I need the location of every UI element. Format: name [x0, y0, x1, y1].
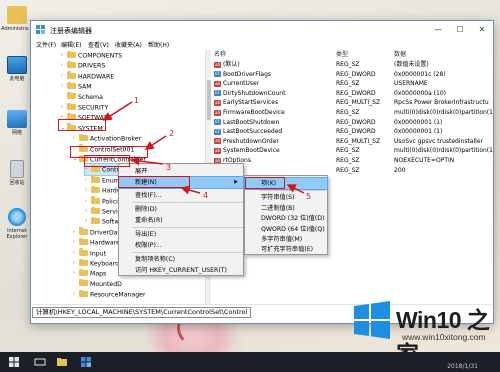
task-view-icon[interactable] — [34, 356, 46, 368]
annotation-number-5: 5 — [306, 192, 312, 201]
watermark-url: www.win10xitong.com — [402, 332, 486, 342]
annotation-number-1: 1 — [134, 96, 140, 105]
annotation-number-3: 3 — [166, 163, 172, 172]
annotation-number-4: 4 — [203, 191, 209, 200]
windows-logo-icon — [354, 301, 390, 339]
file-explorer-icon[interactable] — [56, 356, 68, 368]
taskbar-clock[interactable]: 2018/1/31 — [447, 363, 478, 370]
start-icon[interactable] — [8, 356, 20, 368]
annotation-number-2: 2 — [169, 129, 175, 138]
regedit-taskbar-icon[interactable] — [80, 356, 92, 368]
taskbar: 2018/1/31 — [0, 352, 500, 372]
